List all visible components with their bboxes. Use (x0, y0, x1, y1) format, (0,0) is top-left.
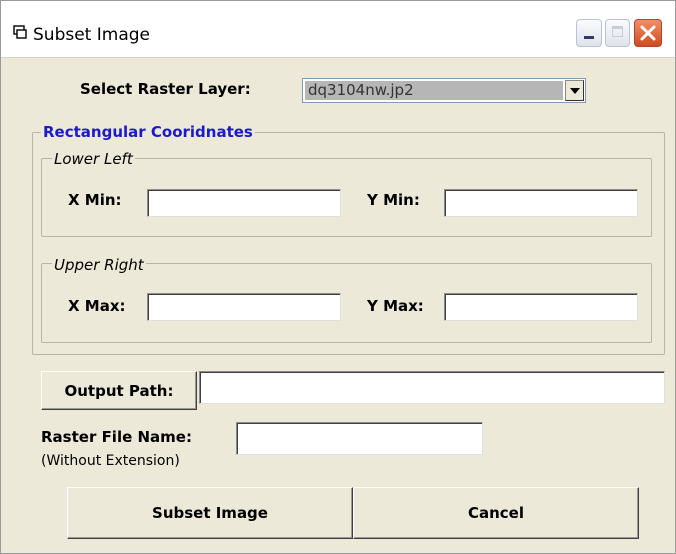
output-path-button[interactable]: Output Path: (41, 371, 197, 410)
maximize-button[interactable] (605, 19, 630, 47)
cancel-button[interactable]: Cancel (353, 487, 639, 539)
raster-file-name-hint: (Without Extension) (41, 453, 180, 469)
subset-image-window: Subset Image Select Raster Layer: dq3104… (0, 0, 676, 554)
window-app-icon (13, 25, 27, 39)
output-path-input[interactable] (199, 371, 665, 404)
rectangular-coordinates-legend: Rectangular Cooridnates (41, 123, 255, 141)
x-min-label: X Min: (68, 191, 122, 209)
y-min-input[interactable] (444, 189, 638, 217)
y-max-input[interactable] (444, 293, 638, 321)
raster-file-name-label: Raster File Name: (41, 428, 192, 446)
subset-image-button[interactable]: Subset Image (67, 487, 353, 539)
y-max-label: Y Max: (367, 297, 424, 315)
lower-left-legend: Lower Left (52, 150, 135, 168)
dropdown-arrow-icon[interactable] (565, 80, 584, 101)
x-min-input[interactable] (147, 189, 341, 217)
raster-file-name-input[interactable] (236, 422, 483, 455)
upper-right-legend: Upper Right (52, 256, 146, 274)
y-min-label: Y Min: (367, 191, 420, 209)
raster-layer-selected-value: dq3104nw.jp2 (305, 81, 563, 100)
close-button[interactable] (634, 19, 662, 47)
window-title: Subset Image (33, 25, 150, 45)
select-raster-label: Select Raster Layer: (80, 80, 251, 98)
x-max-input[interactable] (147, 293, 341, 321)
close-icon (640, 25, 656, 41)
raster-layer-select[interactable]: dq3104nw.jp2 (302, 78, 586, 103)
title-bar[interactable]: Subset Image (1, 1, 675, 58)
minimize-button[interactable] (576, 19, 602, 47)
x-max-label: X Max: (68, 297, 126, 315)
